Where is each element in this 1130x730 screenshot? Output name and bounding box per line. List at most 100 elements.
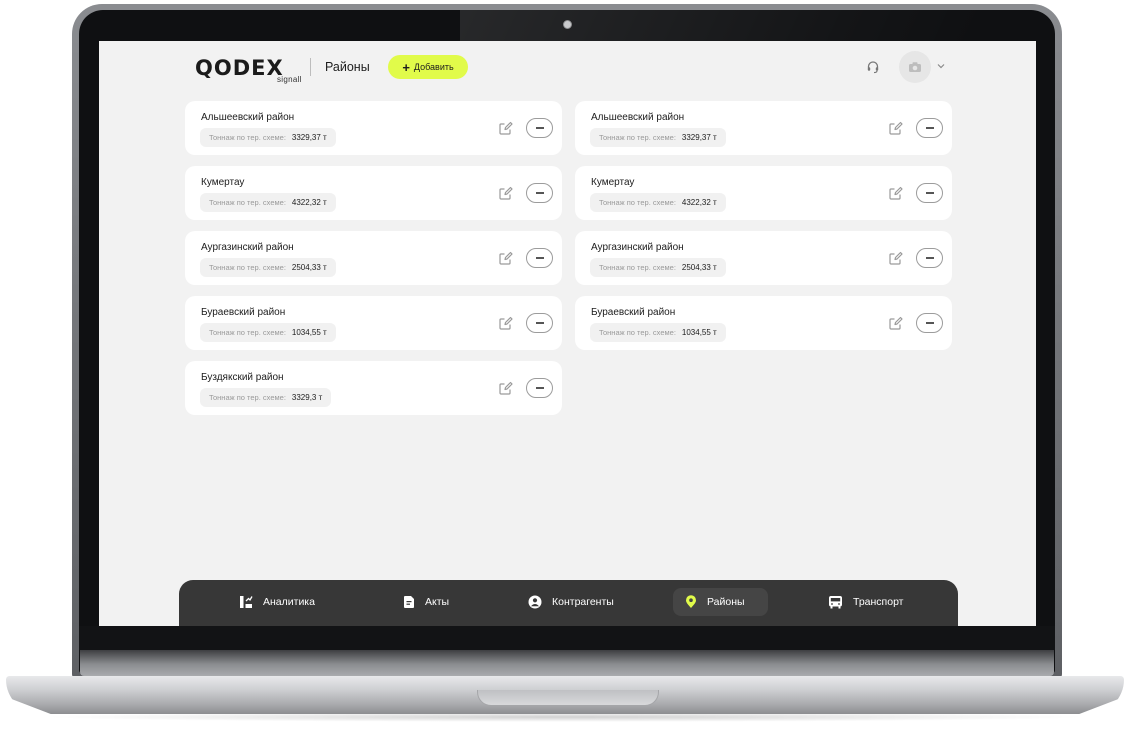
screen-chin: [79, 626, 1055, 650]
tonnage-label: Тоннаж по тер. схеме:: [599, 328, 676, 337]
laptop-hinge: [80, 650, 1054, 676]
nav-item-analytics[interactable]: Аналитика: [227, 588, 327, 616]
tonnage-value: 2504,33 т: [681, 263, 717, 272]
tonnage-label: Тоннаж по тер. схеме:: [209, 263, 286, 272]
remove-button[interactable]: [916, 183, 943, 203]
edit-icon[interactable]: [498, 120, 514, 136]
remove-button[interactable]: [916, 313, 943, 333]
nav-label: Транспорт: [853, 596, 904, 608]
logo: QODEX: [195, 56, 284, 80]
tonnage-value: 4322,32 т: [291, 198, 327, 207]
district-card: Альшеевский район Тоннаж по тер. схеме: 33…: [575, 101, 952, 155]
tonnage-pill: Тоннаж по тер. схеме: 4322,32 т: [200, 193, 336, 212]
tonnage-pill: Тоннаж по тер. схеме: 3329,37 т: [590, 128, 726, 147]
minus-icon: [535, 387, 544, 389]
district-card: Аургазинский район Тоннаж по тер. схеме: 2…: [185, 231, 562, 285]
tonnage-pill: Тоннаж по тер. схеме: 1034,55 т: [590, 323, 726, 342]
remove-button[interactable]: [916, 118, 943, 138]
bus-icon: [829, 596, 842, 609]
add-button[interactable]: + Добавить: [388, 55, 468, 79]
nav-item-contractors[interactable]: Контрагенты: [516, 588, 626, 616]
remove-button[interactable]: [526, 248, 553, 268]
tonnage-value: 3329,37 т: [291, 133, 327, 142]
nav-label: Акты: [425, 596, 450, 608]
edit-icon[interactable]: [498, 185, 514, 201]
minus-icon: [925, 257, 934, 259]
page-title: Районы: [325, 60, 370, 74]
minus-icon: [925, 322, 934, 324]
plus-icon: +: [402, 59, 410, 75]
avatar[interactable]: [899, 51, 931, 83]
remove-button[interactable]: [526, 118, 553, 138]
tonnage-pill: Тоннаж по тер. схеме: 3329,3 т: [200, 388, 332, 407]
analytics-icon: [240, 596, 253, 608]
nav-label: Аналитика: [263, 596, 315, 608]
user-icon: [528, 595, 542, 609]
tonnage-value: 1034,55 т: [291, 328, 327, 337]
app-screen: QODEX signall Районы + Добавить Альшеевс…: [99, 41, 1036, 626]
tonnage-value: 1034,55 т: [681, 328, 717, 337]
district-name: Кумертау: [591, 177, 635, 188]
tonnage-value: 4322,32 т: [681, 198, 717, 207]
minus-icon: [535, 127, 544, 129]
district-card: Бураевский район Тоннаж по тер. схеме: 103…: [185, 296, 562, 350]
logo-subtitle: signall: [277, 75, 302, 84]
edit-icon[interactable]: [498, 250, 514, 266]
district-card: Буздякский район Тоннаж по тер. схеме: 332…: [185, 361, 562, 415]
district-name: Альшеевский район: [201, 112, 295, 123]
minus-icon: [925, 127, 934, 129]
camera-icon: [909, 62, 921, 72]
district-name: Аургазинский район: [201, 242, 294, 253]
district-name: Альшеевский район: [591, 112, 685, 123]
district-card: Кумертау Тоннаж по тер. схеме: 4322,32 т: [185, 166, 562, 220]
camera-icon: [563, 20, 572, 29]
headset-icon[interactable]: [866, 60, 880, 74]
header-divider: [310, 58, 311, 76]
nav-item-acts[interactable]: Акты: [391, 588, 461, 616]
document-icon: [404, 596, 414, 608]
minus-icon: [535, 322, 544, 324]
edit-icon[interactable]: [888, 185, 904, 201]
location-pin-icon: [686, 595, 696, 608]
district-name: Бураевский район: [591, 307, 676, 318]
tonnage-pill: Тоннаж по тер. схеме: 4322,32 т: [590, 193, 726, 212]
nav-item-transport[interactable]: Транспорт: [816, 588, 916, 616]
app-header: QODEX signall Районы + Добавить: [99, 41, 1036, 99]
remove-button[interactable]: [526, 183, 553, 203]
tonnage-value: 2504,33 т: [291, 263, 327, 272]
tonnage-label: Тоннаж по тер. схеме:: [599, 198, 676, 207]
edit-icon[interactable]: [498, 380, 514, 396]
district-name: Аургазинский район: [591, 242, 684, 253]
tonnage-label: Тоннаж по тер. схеме:: [209, 328, 286, 337]
tonnage-pill: Тоннаж по тер. схеме: 2504,33 т: [200, 258, 336, 277]
district-card: Аургазинский район Тоннаж по тер. схеме: 2…: [575, 231, 952, 285]
district-name: Буздякский район: [201, 372, 284, 383]
district-name: Бураевский район: [201, 307, 286, 318]
nav-item-districts[interactable]: Районы: [673, 588, 768, 616]
minus-icon: [925, 192, 934, 194]
remove-button[interactable]: [916, 248, 943, 268]
bottom-nav: Аналитика Акты Контрагенты Районы Трансп…: [179, 580, 958, 626]
chevron-down-icon[interactable]: [936, 61, 946, 71]
tonnage-pill: Тоннаж по тер. схеме: 1034,55 т: [200, 323, 336, 342]
district-card: Альшеевский район Тоннаж по тер. схеме: 33…: [185, 101, 562, 155]
edit-icon[interactable]: [888, 315, 904, 331]
edit-icon[interactable]: [888, 250, 904, 266]
remove-button[interactable]: [526, 313, 553, 333]
district-name: Кумертау: [201, 177, 245, 188]
tonnage-label: Тоннаж по тер. схеме:: [209, 133, 286, 142]
tonnage-pill: Тоннаж по тер. схеме: 3329,37 т: [200, 128, 336, 147]
nav-label: Контрагенты: [552, 596, 614, 608]
tonnage-pill: Тоннаж по тер. схеме: 2504,33 т: [590, 258, 726, 277]
district-card: Бураевский район Тоннаж по тер. схеме: 103…: [575, 296, 952, 350]
remove-button[interactable]: [526, 378, 553, 398]
tonnage-label: Тоннаж по тер. схеме:: [599, 133, 676, 142]
tonnage-value: 3329,3 т: [291, 393, 323, 402]
edit-icon[interactable]: [888, 120, 904, 136]
tonnage-label: Тоннаж по тер. схеме:: [209, 393, 286, 402]
tonnage-value: 3329,37 т: [681, 133, 717, 142]
edit-icon[interactable]: [498, 315, 514, 331]
district-card: Кумертау Тоннаж по тер. схеме: 4322,32 т: [575, 166, 952, 220]
nav-label: Районы: [707, 596, 745, 608]
add-button-label: Добавить: [413, 62, 454, 72]
